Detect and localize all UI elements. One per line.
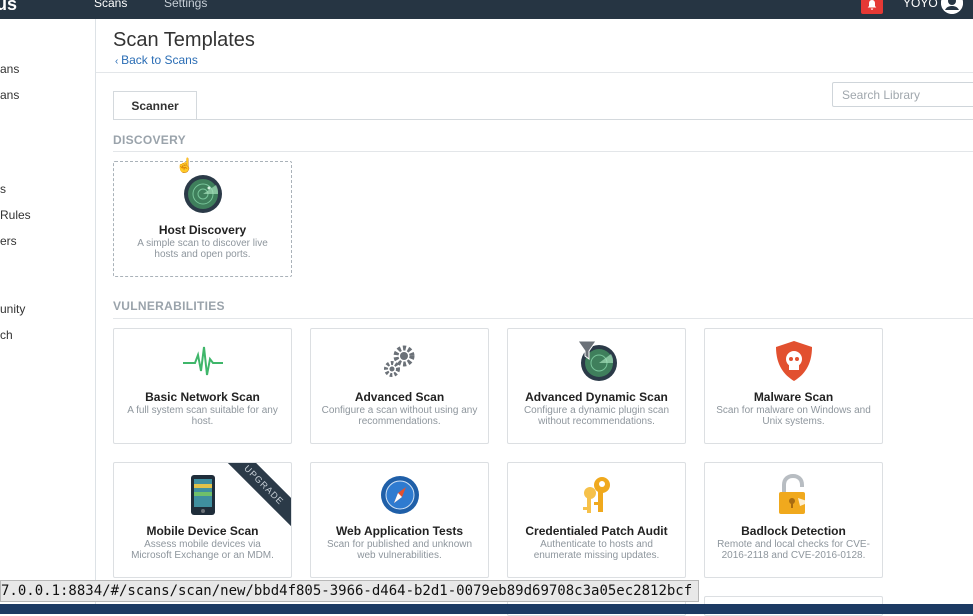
compass-icon (380, 473, 420, 517)
sidebar-item-research[interactable]: ch (0, 328, 13, 342)
browser-status-url: 7.0.0.1:8834/#/scans/scan/new/bbd4f805-3… (0, 580, 700, 602)
back-link-label: Back to Scans (121, 53, 198, 67)
card-description: A full system scan suitable for any host… (127, 405, 278, 427)
tab-divider (113, 119, 973, 120)
user-name[interactable]: YOYO (903, 0, 938, 10)
keys-icon (577, 473, 617, 517)
card-description: Scan for malware on Windows and Unix sys… (716, 405, 871, 427)
sidebar: ans ans s Rules ers unity ch (0, 19, 96, 614)
template-card-mobile-device-scan[interactable]: UPGRADE Mobile Device Scan Assess mobile… (113, 462, 292, 578)
template-card-web-application-tests[interactable]: Web Application Tests Scan for published… (310, 462, 489, 578)
card-description: Assess mobile devices via Microsoft Exch… (131, 539, 274, 561)
sidebar-item-scanners[interactable]: ers (0, 234, 17, 248)
nav-settings[interactable]: Settings (164, 0, 207, 10)
card-title: Malware Scan (753, 390, 834, 404)
card-description: Scan for published and unknown web vulne… (326, 539, 473, 561)
skull-shield-icon (774, 339, 814, 383)
template-card-advanced-dynamic-scan[interactable]: Advanced Dynamic Scan Configure a dynami… (507, 328, 686, 444)
pulse-icon (183, 339, 223, 383)
sidebar-item-all-scans[interactable]: ans (0, 88, 19, 102)
card-description: Configure a dynamic plugin scan without … (523, 405, 670, 427)
sidebar-item-plugin-rules[interactable]: Rules (0, 208, 31, 222)
nav-scans[interactable]: Scans (94, 0, 127, 10)
gears-icon (380, 339, 420, 383)
user-avatar-icon[interactable] (941, 0, 963, 14)
header-divider (96, 72, 973, 73)
upgrade-ribbon: UPGRADE (221, 463, 291, 528)
card-title: Badlock Detection (741, 524, 846, 538)
template-card-malware-scan[interactable]: Malware Scan Scan for malware on Windows… (704, 328, 883, 444)
template-card-basic-network-scan[interactable]: Basic Network Scan A full system scan su… (113, 328, 292, 444)
template-card-advanced-scan[interactable]: Advanced Scan Configure a scan without u… (310, 328, 489, 444)
card-description: Remote and local checks for CVE-2016-211… (717, 539, 870, 561)
top-navigation-bar: us Scans Settings YOYO (0, 0, 973, 19)
sidebar-item-policies[interactable]: s (0, 182, 6, 196)
card-description: Authenticate to hosts and enumerate miss… (533, 539, 660, 561)
template-card-credentialed-patch-audit[interactable]: Credentialed Patch Audit Authenticate to… (507, 462, 686, 578)
radar-icon (183, 172, 223, 216)
tab-scanner[interactable]: Scanner (113, 91, 197, 120)
card-title: Mobile Device Scan (146, 524, 259, 538)
card-title: Web Application Tests (335, 524, 464, 538)
notifications-button[interactable] (861, 0, 883, 14)
card-title: Advanced Scan (354, 390, 445, 404)
search-library-input[interactable] (832, 82, 973, 107)
page-title: Scan Templates (113, 29, 255, 51)
phone-icon (183, 473, 223, 517)
section-discovery: DISCOVERY (113, 133, 186, 147)
card-title: Basic Network Scan (145, 390, 260, 404)
sidebar-item-my-scans[interactable]: ans (0, 62, 19, 76)
section-divider (113, 151, 973, 152)
card-description: Configure a scan without using any recom… (321, 405, 478, 427)
brand-logo[interactable]: us (0, 0, 17, 15)
template-card-host-discovery[interactable]: Host Discovery A simple scan to discover… (113, 161, 292, 277)
padlock-icon (774, 473, 814, 517)
sidebar-item-community[interactable]: unity (0, 302, 25, 316)
bell-icon (867, 0, 877, 10)
filter-radar-icon (577, 339, 617, 383)
card-title: Host Discovery (158, 223, 247, 237)
template-card-badlock-detection[interactable]: Badlock Detection Remote and local check… (704, 462, 883, 578)
section-divider (113, 318, 973, 319)
taskbar (0, 604, 973, 614)
section-vulnerabilities: VULNERABILITIES (113, 299, 225, 313)
card-title: Advanced Dynamic Scan (525, 390, 668, 404)
card-description: A simple scan to discover live hosts and… (137, 238, 268, 260)
back-to-scans-link[interactable]: ‹ Back to Scans (115, 53, 198, 67)
hand-cursor-icon: ☝ (176, 157, 194, 173)
card-title: Credentialed Patch Audit (525, 524, 668, 538)
